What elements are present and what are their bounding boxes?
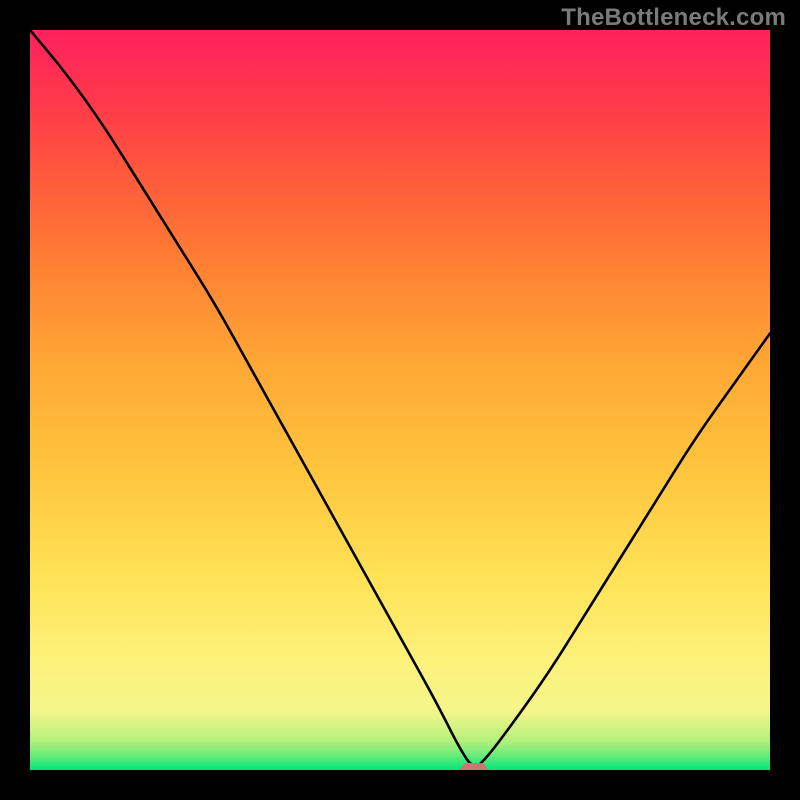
watermark-label: TheBottleneck.com (561, 4, 786, 32)
plot-area (30, 30, 770, 770)
curve-svg (30, 30, 770, 770)
bottleneck-curve (30, 30, 770, 766)
chart-container: TheBottleneck.com (0, 0, 800, 800)
optimal-marker (461, 763, 487, 770)
